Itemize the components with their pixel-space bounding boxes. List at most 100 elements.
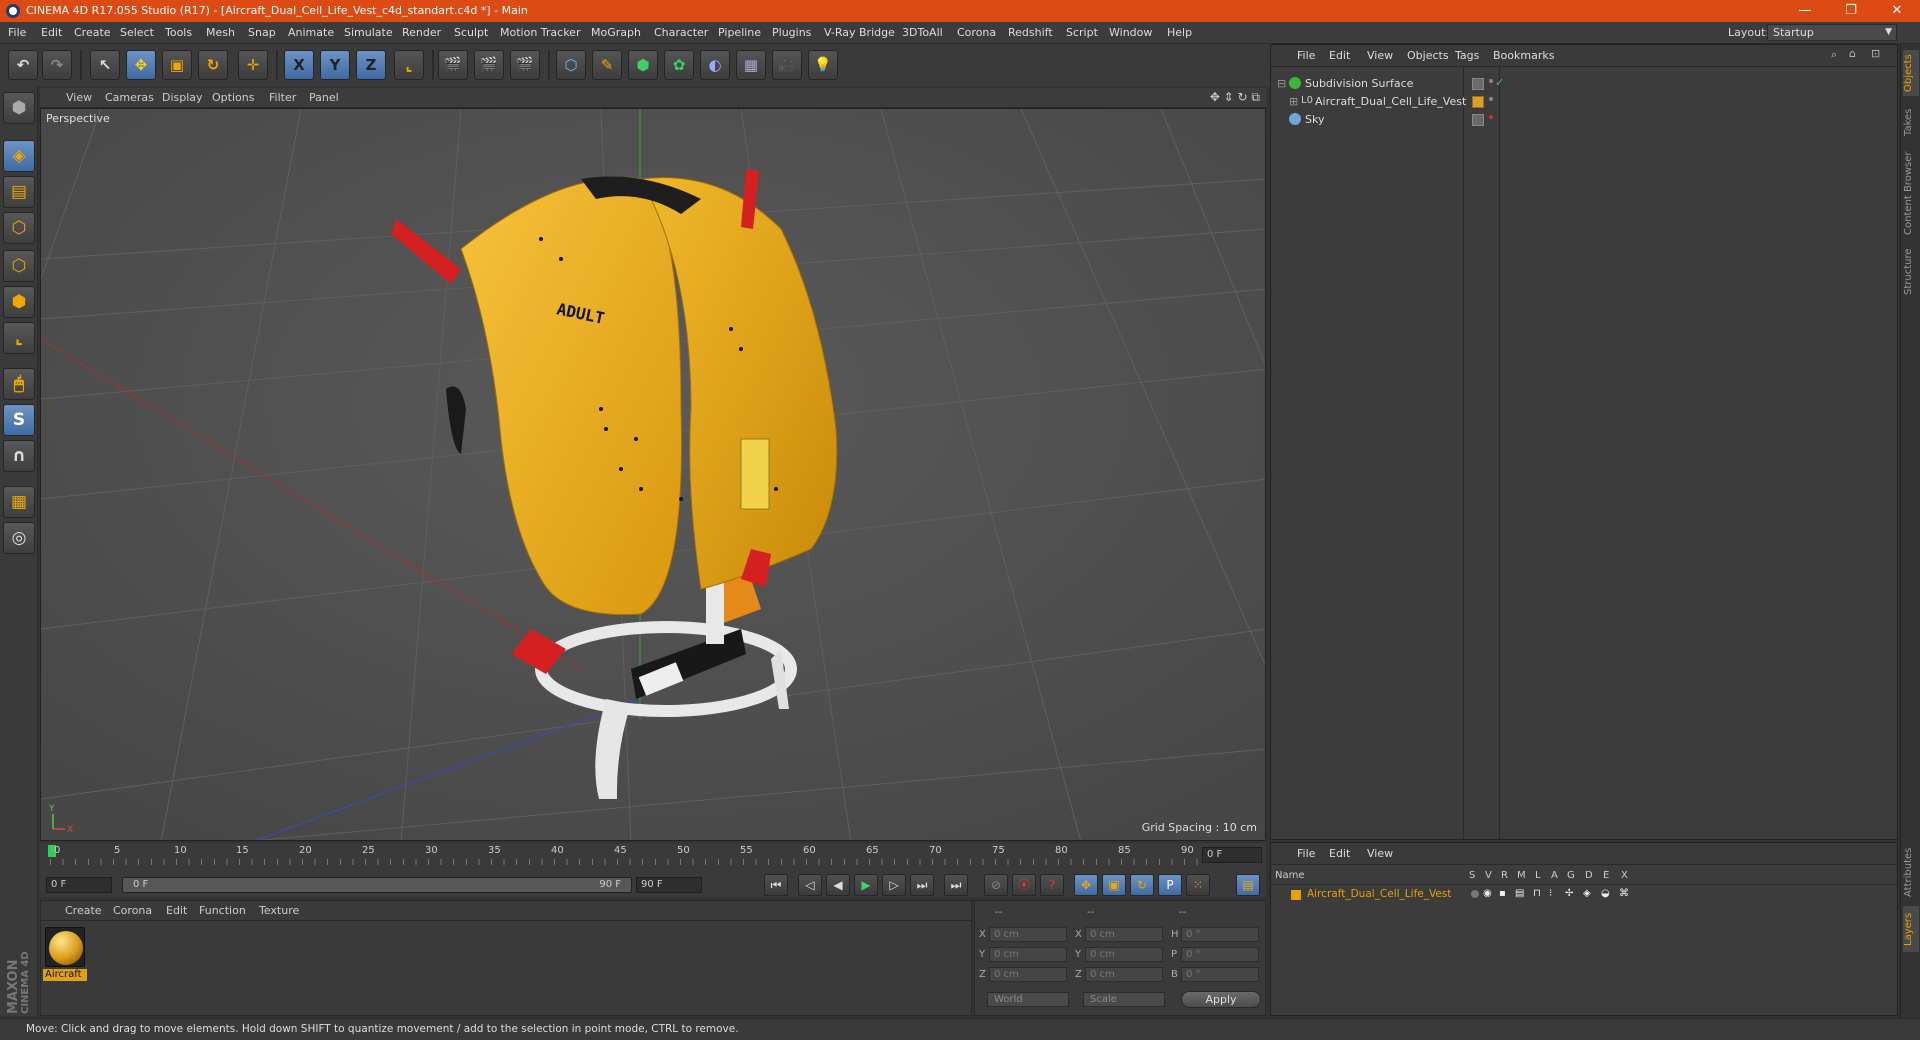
menu-sculpt[interactable]: Sculpt xyxy=(454,26,488,39)
move-tool-button[interactable]: ✥ xyxy=(126,50,156,80)
frame-range-slider[interactable]: 0 F 90 F xyxy=(122,877,632,893)
menu-animate[interactable]: Animate xyxy=(288,26,334,39)
rotation-b-field[interactable]: 0 ° xyxy=(1181,967,1259,982)
material-menu-texture[interactable]: Texture xyxy=(259,904,299,917)
x-axis-button[interactable]: X xyxy=(284,50,314,80)
camera-button[interactable]: 🎥 xyxy=(772,50,802,80)
object-row-sky[interactable]: Sky xyxy=(1275,111,1895,129)
material-menu-edit[interactable]: Edit xyxy=(166,904,187,917)
tab-structure[interactable]: Structure xyxy=(1903,244,1919,300)
tab-attributes[interactable]: Attributes xyxy=(1903,844,1919,900)
layer-animation-icon[interactable]: ⁝ xyxy=(1549,888,1552,899)
object-menu-objects[interactable]: Objects xyxy=(1407,49,1449,62)
texture-mode-button[interactable]: ▤ xyxy=(3,176,35,208)
menu-character[interactable]: Character xyxy=(654,26,708,39)
next-frame-button[interactable]: ▷ xyxy=(882,874,906,896)
render-dot[interactable] xyxy=(1489,97,1493,101)
soft-selection-button[interactable]: ∩ xyxy=(3,440,35,472)
layer-expression-icon[interactable]: ◒ xyxy=(1601,888,1610,899)
new-view-icon[interactable]: ⊡ xyxy=(1871,47,1880,60)
perspective-viewport[interactable]: ADULT Y X Perspective Grid Spacing : 10 … xyxy=(40,108,1266,841)
object-menu-tags[interactable]: Tags xyxy=(1455,49,1479,62)
menu-select[interactable]: Select xyxy=(120,26,154,39)
axis-mode-button[interactable]: 🖱 xyxy=(3,368,35,400)
object-menu-file[interactable]: File xyxy=(1297,49,1315,62)
menu-pipeline[interactable]: Pipeline xyxy=(718,26,761,39)
pen-spline-button[interactable]: ✎ xyxy=(592,50,622,80)
timeline-window-button[interactable]: ▤ xyxy=(1236,874,1260,896)
menu-tools[interactable]: Tools xyxy=(165,26,192,39)
layer-name[interactable]: Aircraft_Dual_Cell_Life_Vest xyxy=(1307,888,1451,900)
undo-button[interactable]: ↶ xyxy=(8,50,38,80)
tab-takes[interactable]: Takes xyxy=(1903,102,1919,142)
menu-script[interactable]: Script xyxy=(1066,26,1098,39)
object-row-life-vest[interactable]: ⊞ L0 Aircraft_Dual_Cell_Life_Vest xyxy=(1275,93,1895,111)
snap-button[interactable]: ▦ xyxy=(3,486,35,518)
viewport-menu-view[interactable]: View xyxy=(66,91,92,104)
object-menu-edit[interactable]: Edit xyxy=(1329,49,1350,62)
menu-help[interactable]: Help xyxy=(1167,26,1192,39)
coordinate-system-button[interactable]: ⌞ xyxy=(394,50,424,80)
menu-mograph[interactable]: MoGraph xyxy=(591,26,641,39)
menu-corona[interactable]: Corona xyxy=(957,26,996,39)
polygons-mode-button[interactable]: ⌞ xyxy=(3,322,35,354)
make-editable-button[interactable]: ⬢ xyxy=(3,92,35,124)
record-point-level-button[interactable]: ⁙ xyxy=(1186,874,1210,896)
current-frame-field[interactable]: 0 F xyxy=(1202,847,1262,863)
size-y-field[interactable]: 0 cm xyxy=(1085,947,1163,962)
size-z-field[interactable]: 0 cm xyxy=(1085,967,1163,982)
start-frame-field[interactable]: 0 F xyxy=(46,877,112,893)
menu-window[interactable]: Window xyxy=(1109,26,1152,39)
tweak-mode-button[interactable]: S xyxy=(3,404,35,436)
viewport-menu-cameras[interactable]: Cameras xyxy=(105,91,154,104)
array-button[interactable]: ✿ xyxy=(664,50,694,80)
layer-menu-view[interactable]: View xyxy=(1367,847,1393,860)
record-active-objects-button[interactable]: ⦿ xyxy=(1012,874,1036,896)
layer-render-icon[interactable]: ▪ xyxy=(1499,888,1506,899)
autokeying-button[interactable]: ? xyxy=(1040,874,1064,896)
material-menu-corona[interactable]: Corona xyxy=(113,904,152,917)
deformer-button[interactable]: ◐ xyxy=(700,50,730,80)
live-selection-button[interactable]: ✛ xyxy=(238,50,268,80)
go-to-start-button[interactable]: ⏮ xyxy=(764,874,788,896)
render-view-button[interactable]: 🎬 xyxy=(438,50,468,80)
rotate-tool-button[interactable]: ↻ xyxy=(198,50,228,80)
edges-mode-button[interactable]: ⬢ xyxy=(3,286,35,318)
enabled-check-icon[interactable]: ✓ xyxy=(1495,76,1504,89)
render-picture-viewer-button[interactable]: 🎬 xyxy=(474,50,504,80)
record-position-button[interactable]: ✥ xyxy=(1074,874,1098,896)
layout-dropdown[interactable]: Startup ▼ xyxy=(1767,24,1897,41)
menu-snap[interactable]: Snap xyxy=(248,26,276,39)
object-row-subdivision-surface[interactable]: ⊟ Subdivision Surface ✓ xyxy=(1275,75,1895,93)
object-menu-bookmarks[interactable]: Bookmarks xyxy=(1493,49,1554,62)
render-dot[interactable] xyxy=(1489,79,1493,83)
select-tool-button[interactable]: ↖ xyxy=(90,50,120,80)
rotation-h-field[interactable]: 0 ° xyxy=(1181,927,1259,942)
collapse-icon[interactable]: ⊟ xyxy=(1277,77,1286,90)
previous-key-button[interactable]: ◁ xyxy=(798,874,822,896)
layer-generator-icon[interactable]: ✢ xyxy=(1565,888,1573,899)
menu-3dtoall[interactable]: 3DToAll xyxy=(902,26,943,39)
record-parameter-button[interactable]: P xyxy=(1158,874,1182,896)
material-name-label[interactable]: Aircraft xyxy=(43,969,87,981)
material-swatch[interactable] xyxy=(45,927,85,967)
menu-mesh[interactable]: Mesh xyxy=(206,26,235,39)
play-button[interactable]: ▶ xyxy=(854,874,878,896)
layer-visible-eye-icon[interactable]: ◉ xyxy=(1483,888,1492,899)
render-settings-button[interactable]: 🎬 xyxy=(510,50,540,80)
menu-plugins[interactable]: Plugins xyxy=(772,26,811,39)
menu-edit[interactable]: Edit xyxy=(41,26,62,39)
redo-button[interactable]: ↷ xyxy=(42,50,72,80)
search-icon[interactable]: ⌕ xyxy=(1831,48,1837,62)
layer-color-swatch[interactable] xyxy=(1291,890,1301,900)
close-button[interactable]: ✕ xyxy=(1874,0,1920,22)
floor-button[interactable]: ▦ xyxy=(736,50,766,80)
z-axis-button[interactable]: Z xyxy=(356,50,386,80)
object-menu-view[interactable]: View xyxy=(1367,49,1393,62)
layer-menu-file[interactable]: File xyxy=(1297,847,1315,860)
material-tag[interactable] xyxy=(1472,96,1484,108)
layer-lock-icon[interactable]: ⊓ xyxy=(1533,888,1541,899)
restore-button[interactable]: ❐ xyxy=(1828,0,1874,22)
workplane-mode-button[interactable]: ⬡ xyxy=(3,212,35,244)
layer-xref-icon[interactable]: ⌘ xyxy=(1619,888,1629,899)
